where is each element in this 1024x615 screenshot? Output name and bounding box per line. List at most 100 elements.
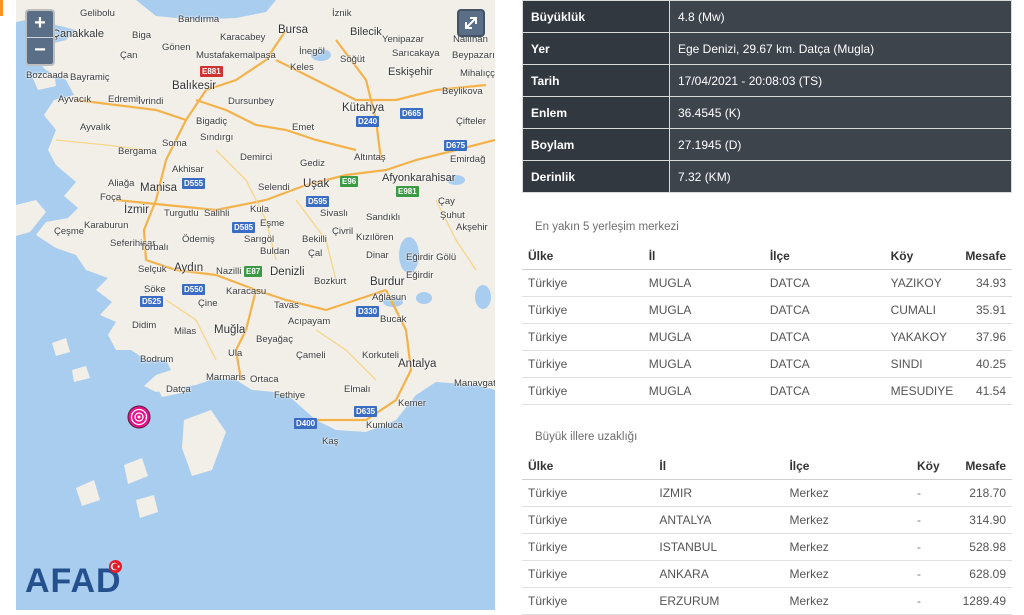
district-cell: Merkez [783, 587, 911, 615]
province-cell: ERZURUM [653, 587, 784, 615]
province-cell: MUGLA [642, 269, 764, 297]
map-label: Çal [308, 248, 323, 259]
country-cell: Türkiye [522, 350, 643, 378]
map-label: Akhisar [172, 164, 204, 175]
fullscreen-button[interactable] [457, 9, 485, 37]
map-label: Mustafakemalpaşa [196, 50, 276, 61]
detail-row: Boylam 27.1945 (D) [522, 128, 1012, 161]
detail-label: Tarih [522, 64, 670, 97]
map-label: Acıpayam [288, 316, 331, 327]
map-label: Aydın [174, 262, 204, 274]
village-cell: MESUDIYE [884, 377, 960, 405]
country-cell: Türkiye [522, 587, 654, 615]
map-label: Biga [132, 30, 152, 41]
zoom-out-button[interactable]: − [27, 37, 53, 64]
map-label: Milas [174, 326, 197, 337]
map-label: Bozkurt [314, 276, 347, 287]
district-cell: DATCA [763, 269, 885, 297]
map-label: Marmaris [206, 372, 246, 383]
map-label: Edremit [108, 94, 141, 105]
detail-label: Boylam [522, 128, 670, 161]
map-label: Çifteler [456, 116, 487, 127]
map-label: Manavgat [454, 378, 495, 389]
map-label: Selendi [258, 182, 290, 193]
column-header: İl [653, 453, 784, 480]
distance-cell: 41.54 [959, 377, 1012, 405]
column-header: İl [642, 243, 764, 270]
map-label: Uşak [303, 178, 330, 190]
road-shield: E981 [396, 186, 419, 197]
map-label: Soma [162, 138, 187, 149]
map-label: Çine [198, 298, 218, 309]
column-header: Ülke [522, 453, 654, 480]
afad-logo: AFAD [25, 562, 122, 600]
map-label: Kula [250, 204, 270, 215]
village-cell: - [910, 533, 957, 561]
map-label: Keles [290, 62, 314, 73]
accent-strip [0, 0, 3, 16]
table-row: Türkiye ANTALYA Merkez - 314.90 [522, 506, 1012, 534]
map-label: Sarıgöl [244, 234, 275, 245]
map-label: Bodrum [140, 354, 174, 365]
map-label: Eşme [260, 218, 285, 229]
distance-cell: 1289.49 [956, 587, 1012, 615]
map-label: Kaş [322, 436, 339, 447]
district-cell: Merkez [783, 560, 911, 588]
detail-row: Yer Ege Denizi, 29.67 km. Datça (Mugla) [522, 32, 1012, 65]
map-label: İznik [332, 8, 352, 19]
map-label: Sandıklı [366, 212, 401, 223]
road-shield: D240 [356, 116, 380, 127]
map-label: Emirdağ [450, 154, 486, 165]
map-label: Beyağaç [256, 334, 293, 345]
map-label: Bigadiç [196, 116, 228, 127]
map-label: Bilecik [350, 26, 382, 38]
map-label: Beypazarı [452, 50, 495, 61]
detail-label: Büyüklük [522, 0, 670, 33]
map-label: Sivaslı [320, 208, 348, 219]
column-header: İlçe [763, 243, 885, 270]
district-cell: DATCA [763, 377, 885, 405]
distance-cell: 34.93 [959, 269, 1012, 297]
map-label: Aliağa [108, 178, 135, 189]
map-label: Dursunbey [228, 96, 274, 107]
table-row: Türkiye MUGLA DATCA CUMALI 35.91 [522, 296, 1012, 324]
map-view[interactable]: Gelibolu Bandırma İznik Bilecik Nallıhan… [16, 0, 495, 610]
country-cell: Türkiye [522, 296, 643, 324]
district-cell: DATCA [763, 323, 885, 351]
province-cell: MUGLA [642, 296, 764, 324]
map-label: Çan [120, 50, 138, 61]
map-label: İvrindi [138, 96, 164, 107]
road-shield: D400 [294, 418, 318, 429]
village-cell: - [910, 560, 957, 588]
village-cell: - [910, 479, 957, 507]
province-cell: MUGLA [642, 377, 764, 405]
map-label: Burdur [370, 276, 405, 288]
map-label: Afyonkarahisar [382, 172, 456, 184]
earthquake-epicenter-icon[interactable] [127, 405, 151, 429]
map-label: Altıntaş [354, 152, 386, 163]
road-shield: D550 [182, 284, 206, 295]
road-shield: D330 [356, 306, 380, 317]
detail-label: Enlem [522, 96, 670, 129]
road-shield: D665 [400, 108, 424, 119]
column-header: Mesafe [956, 453, 1012, 480]
village-cell: YAZIKOY [884, 269, 960, 297]
district-cell: DATCA [763, 296, 885, 324]
map-label: Söğüt [340, 54, 365, 65]
detail-value: 4.8 (Mw) [669, 0, 1012, 33]
nearest-settlements-table: Ülke İl İlçe Köy Mesafe Türkiye MUGLA DA… [522, 243, 1012, 405]
map-label: Denizli [270, 266, 305, 278]
district-cell: Merkez [783, 533, 911, 561]
zoom-in-button[interactable]: + [27, 11, 53, 37]
table-row: Türkiye ERZURUM Merkez - 1289.49 [522, 587, 1012, 615]
road-shield: D595 [306, 196, 330, 207]
table-row: Türkiye IZMIR Merkez - 218.70 [522, 479, 1012, 507]
map-label: Yenipazar [382, 34, 424, 45]
road-shield: D555 [182, 178, 206, 189]
map-label: Çanakkale [52, 28, 104, 40]
distance-cell: 314.90 [956, 506, 1012, 534]
map-label: Sarıcakaya [392, 48, 440, 59]
map-label: Selçuk [138, 264, 167, 275]
map-label: Kemer [398, 398, 426, 409]
column-header: Mesafe [959, 243, 1012, 270]
